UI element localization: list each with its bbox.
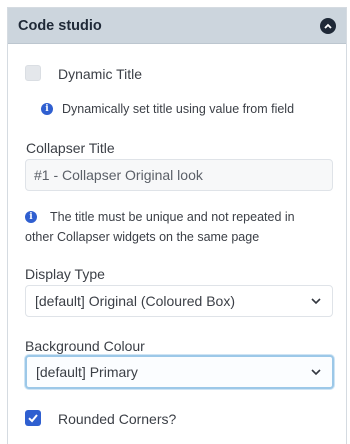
dynamic-title-checkbox[interactable] xyxy=(25,65,41,81)
collapser-title-help-line1: The title must be unique and not repeate… xyxy=(50,210,295,224)
dynamic-title-help: Dynamically set title using value from f… xyxy=(62,102,295,116)
rounded-corners-checkbox[interactable] xyxy=(25,410,41,426)
collapser-title-label: Collapser Title xyxy=(26,140,115,156)
chevron-up-circle-icon[interactable] xyxy=(320,18,336,34)
display-type-select[interactable]: [default] Original (Coloured Box) xyxy=(25,285,333,317)
dynamic-title-label: Dynamic Title xyxy=(58,66,143,82)
rounded-corners-label: Rounded Corners? xyxy=(58,411,177,427)
background-colour-select[interactable]: [default] Primary xyxy=(25,355,334,389)
code-studio-panel: Code studio Dynamic Title i Dynamically … xyxy=(7,7,347,444)
collapser-title-input[interactable]: #1 - Collapser Original look xyxy=(25,159,333,191)
panel-header[interactable]: Code studio xyxy=(8,8,346,44)
background-colour-value: [default] Primary xyxy=(36,364,138,380)
chevron-down-icon xyxy=(311,298,321,305)
display-type-value: [default] Original (Coloured Box) xyxy=(35,293,235,309)
background-colour-label: Background Colour xyxy=(25,338,145,354)
collapser-title-help-line2: other Collapser widgets on the same page xyxy=(25,230,260,244)
collapser-title-value: #1 - Collapser Original look xyxy=(34,167,203,183)
checkmark-icon xyxy=(28,414,38,423)
display-type-label: Display Type xyxy=(25,266,105,282)
chevron-down-icon xyxy=(311,369,321,376)
info-icon: i xyxy=(41,103,53,115)
info-icon: i xyxy=(25,211,37,223)
panel-title: Code studio xyxy=(18,17,102,34)
